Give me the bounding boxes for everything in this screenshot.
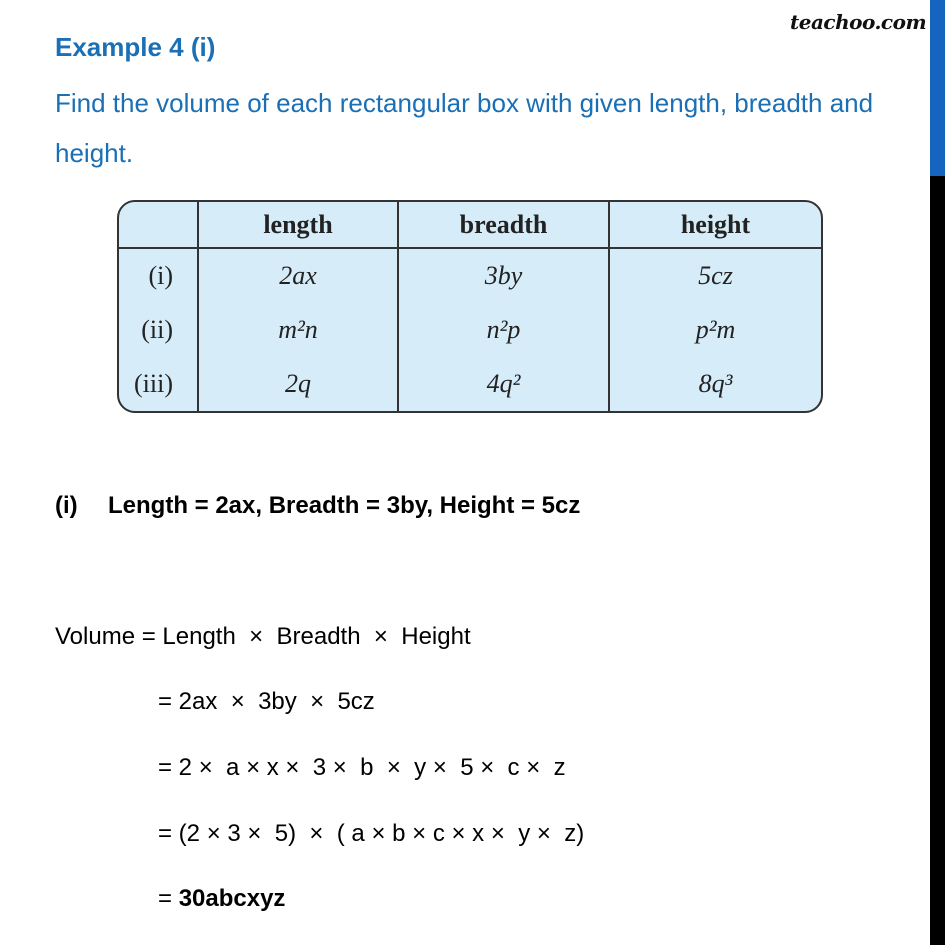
cell-height: p²m bbox=[608, 303, 821, 358]
cell-breadth: 3by bbox=[397, 248, 609, 304]
scrollbar-thumb[interactable] bbox=[930, 0, 945, 176]
part-text: Length = 2ax, Breadth = 3by, Height = 5c… bbox=[108, 492, 581, 519]
example-title: Example 4 (i) bbox=[55, 32, 216, 62]
solution-step: = 2 × a × x × 3 × b × y × 5 × c × z bbox=[158, 754, 566, 781]
header-length: length bbox=[197, 202, 398, 249]
brand-logo: teachoo.com bbox=[790, 10, 927, 34]
cell-length: m²n bbox=[197, 303, 398, 358]
table-row: (i) 2ax 3by 5cz bbox=[119, 248, 821, 304]
solution-step: = 2ax × 3by × 5cz bbox=[158, 688, 375, 715]
solution-step: = (2 × 3 × 5) × ( a × b × c × x × y × z) bbox=[158, 820, 585, 847]
table-header-row: length breadth height bbox=[119, 202, 821, 249]
header-height: height bbox=[608, 202, 821, 249]
answer-prefix: = bbox=[158, 885, 179, 912]
cell-height: 8q³ bbox=[608, 357, 821, 411]
question-text: Find the volume of each rectangular box … bbox=[55, 88, 874, 168]
header-blank bbox=[119, 202, 198, 249]
table-row: (iii) 2q 4q² 8q³ bbox=[119, 357, 821, 411]
row-label: (ii) bbox=[141, 315, 173, 345]
part-label: (i) bbox=[55, 492, 78, 519]
cell-length: 2ax bbox=[197, 248, 398, 304]
scrollbar-track[interactable] bbox=[930, 176, 945, 945]
row-label: (i) bbox=[148, 261, 173, 291]
row-label: (iii) bbox=[134, 369, 173, 399]
cell-length: 2q bbox=[197, 357, 398, 411]
solution-step: Volume = Length × Breadth × Height bbox=[55, 623, 471, 650]
cell-height: 5cz bbox=[608, 248, 821, 304]
part-heading: (i) Length = 2ax, Breadth = 3by, Height =… bbox=[55, 492, 580, 520]
cell-breadth: 4q² bbox=[397, 357, 609, 411]
header-breadth: breadth bbox=[397, 202, 609, 249]
table-row: (ii) m²n n²p p²m bbox=[119, 303, 821, 358]
answer-value: 30abcxyz bbox=[178, 885, 286, 912]
dimensions-table: length breadth height (i) 2ax 3by 5cz (i… bbox=[117, 200, 823, 413]
solution-answer: = 30abcxyz bbox=[158, 885, 285, 913]
cell-breadth: n²p bbox=[397, 303, 609, 358]
